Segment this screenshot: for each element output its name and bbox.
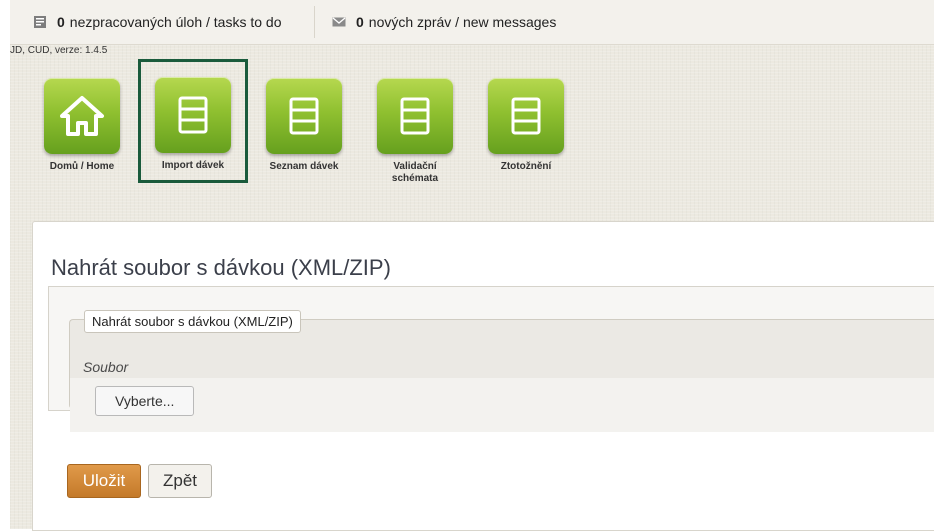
nav-label-batches: Seznam dávek (269, 161, 339, 172)
page-title: Nahrát soubor s dávkou (XML/ZIP) (51, 255, 391, 280)
tasks-indicator[interactable]: 0 nezpracovaných úloh / tasks to do (33, 0, 281, 44)
list-icon (178, 96, 208, 134)
main-nav: Domů / Home Import dávek Seznam dávek Va… (10, 59, 934, 192)
tasks-count: 0 (57, 14, 65, 30)
nav-label-identification: Ztotožnění (500, 161, 552, 172)
nav-item-identification[interactable]: Ztotožnění (474, 72, 578, 173)
nav-label-home: Domů / Home (49, 161, 115, 172)
page: 0 nezpracovaných úloh / tasks to do 0 no… (10, 0, 934, 531)
tasks-label: nezpracovaných úloh / tasks to do (69, 14, 282, 30)
messages-indicator[interactable]: 0 nových zpráv / new messages (332, 0, 556, 44)
list-icon (289, 97, 319, 135)
version-info: JD, CUD, verze: 1.4.5 (10, 45, 108, 56)
nav-label-schemas: Validační schémata (391, 161, 439, 184)
messages-label: nových zpráv / new messages (368, 14, 557, 30)
nav-batches-button[interactable] (266, 78, 342, 154)
browse-file-button[interactable]: Vyberte... (95, 386, 195, 416)
nav-home-button[interactable] (44, 78, 120, 154)
nav-item-home[interactable]: Domů / Home (30, 72, 134, 173)
top-bar: 0 nezpracovaných úloh / tasks to do 0 no… (10, 0, 934, 45)
nav-identification-button[interactable] (488, 78, 564, 154)
file-field-row: Vyberte... (70, 378, 934, 432)
nav-label-import: Import dávek (161, 160, 225, 171)
nav-item-batches[interactable]: Seznam dávek (252, 72, 356, 173)
save-button[interactable]: Uložit (67, 464, 141, 498)
file-field-label: Soubor (83, 359, 129, 375)
list-icon (400, 97, 430, 135)
envelope-icon (332, 15, 346, 29)
tasks-icon (33, 15, 47, 29)
home-icon (60, 96, 104, 136)
upload-panel: Soubor Vyberte... Nahrát soubor s dávkou… (48, 286, 934, 432)
back-button[interactable]: Zpět (148, 464, 212, 498)
list-icon (511, 97, 541, 135)
nav-item-schemas[interactable]: Validační schémata (363, 72, 467, 185)
topbar-divider (314, 6, 315, 38)
nav-item-import[interactable]: Import dávek (138, 59, 248, 183)
main-content: Nahrát soubor s dávkou (XML/ZIP) Soubor … (32, 221, 934, 531)
messages-count: 0 (356, 14, 364, 30)
fieldset-legend: Nahrát soubor s dávkou (XML/ZIP) (84, 310, 301, 333)
nav-import-button[interactable] (155, 77, 231, 153)
nav-schemas-button[interactable] (377, 78, 453, 154)
